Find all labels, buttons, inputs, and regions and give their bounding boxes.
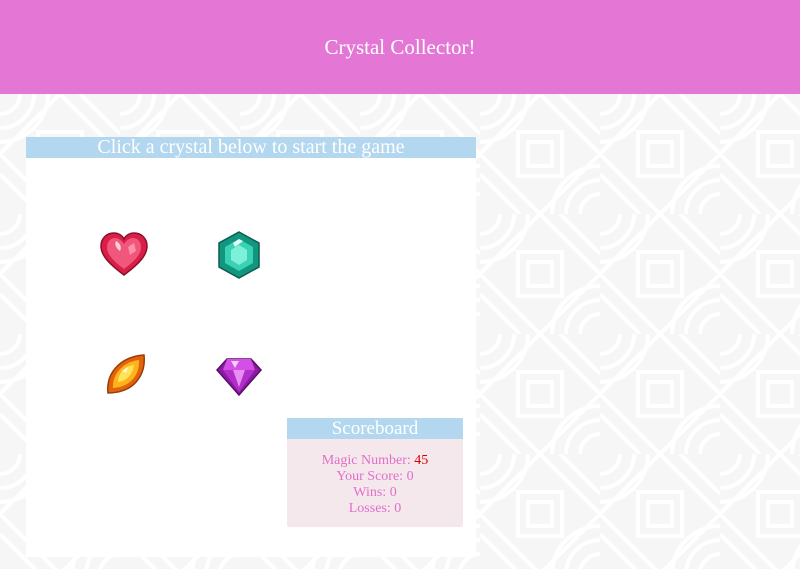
hexagon-crystal-icon [218,231,260,279]
losses-label: Losses: [348,501,395,516]
magic-number-value: 45 [414,453,429,468]
magic-number-row: Magic Number: 45 [287,453,463,469]
wins-label: Wins: [353,485,390,500]
header-bar: Crystal Collector! [0,0,800,94]
heart-crystal-button[interactable] [98,229,150,281]
diamond-crystal-icon [215,358,263,397]
page-title: Crystal Collector! [324,34,476,59]
losses-row: Losses: 0 [287,501,463,517]
score-row: Your Score: 0 [287,469,463,485]
wins-row: Wins: 0 [287,485,463,501]
instruction-banner: Click a crystal below to start the game [26,137,476,158]
magic-number-label: Magic Number: [321,453,415,468]
leaf-crystal-button[interactable] [100,349,152,401]
heart-crystal-icon [100,232,148,276]
scoreboard: Scoreboard Magic Number: 45 Your Score: … [287,418,463,527]
score-label: Your Score: [336,469,407,484]
hexagon-crystal-button[interactable] [213,229,265,281]
score-lines: Magic Number: 45 Your Score: 0 Wins: 0 L… [287,453,463,517]
losses-value: 0 [394,501,402,516]
leaf-crystal-icon [107,354,145,394]
scoreboard-title: Scoreboard [287,418,463,439]
score-value: 0 [406,469,414,484]
diamond-crystal-button[interactable] [213,349,265,401]
wins-value: 0 [389,485,397,500]
